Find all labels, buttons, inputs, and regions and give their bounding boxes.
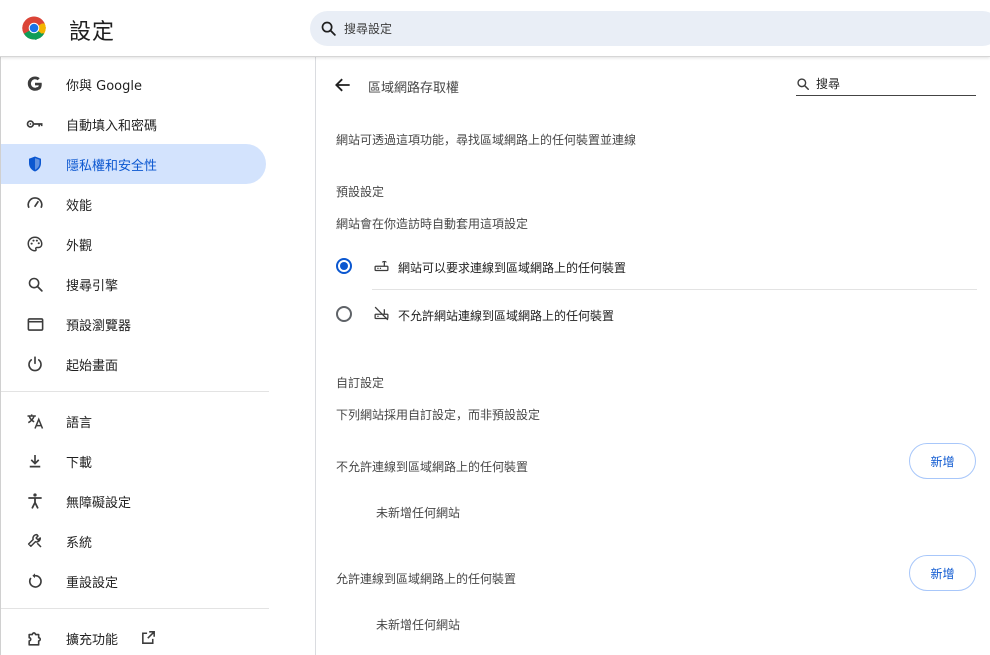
sidebar-item-label: 搜尋引擎 <box>66 279 119 294</box>
sidebar-item-extensions[interactable]: 擴充功能 <box>1 618 266 655</box>
radio-option-label: 網站可以要求連線到區域網路上的任何裝置 <box>398 261 627 275</box>
blocked-sites-label: 不允許連線到區域網路上的任何裝置 <box>336 460 529 474</box>
settings-search-box[interactable] <box>310 11 990 46</box>
palette-icon <box>25 234 45 254</box>
sidebar-item-downloads[interactable]: 下載 <box>1 441 266 481</box>
sidebar-item-label: 下載 <box>66 456 93 471</box>
sidebar-item-default-browser[interactable]: 預設瀏覽器 <box>1 304 266 344</box>
sidebar-item-label: 效能 <box>66 199 93 214</box>
add-blocked-site-button[interactable]: 新增 <box>909 443 976 479</box>
blocked-sites-empty-text: 未新增任何網站 <box>376 506 461 520</box>
default-behavior-heading: 預設設定 <box>336 185 385 199</box>
page-description: 網站可透過這項功能，尋找區域網路上的任何裝置並連線 <box>336 133 637 147</box>
google-g-icon <box>25 74 45 94</box>
sidebar-divider <box>1 608 269 609</box>
app-title: 設定 <box>69 20 116 45</box>
router-off-icon <box>374 306 389 321</box>
router-icon <box>374 260 389 272</box>
sidebar-item-label: 預設瀏覽器 <box>66 319 132 334</box>
custom-behaviors-subheading: 下列網站採用自訂設定，而非預設設定 <box>336 408 541 422</box>
sidebar-item-performance[interactable]: 效能 <box>1 184 266 224</box>
option-divider <box>372 289 977 290</box>
sidebar-item-search-engine[interactable]: 搜尋引擎 <box>1 264 266 304</box>
settings-search-input[interactable] <box>344 11 944 46</box>
sidebar-item-system[interactable]: 系統 <box>1 521 266 561</box>
allowed-sites-label: 允許連線到區域網路上的任何裝置 <box>336 572 517 586</box>
sidebar-item-label: 你與 Google <box>66 79 142 94</box>
sidebar-item-you-and-google[interactable]: 你與 Google <box>1 64 266 104</box>
search-icon <box>797 78 810 91</box>
sidebar-item-label: 隱私權和安全性 <box>66 159 158 174</box>
page-title: 區域網路存取權 <box>368 81 460 96</box>
custom-behaviors-heading: 自訂設定 <box>336 376 385 390</box>
shield-icon <box>25 154 45 174</box>
radio-option-block-local-network[interactable]: 不允許網站連線到區域網路上的任何裝置 <box>336 294 977 338</box>
sidebar-item-autofill[interactable]: 自動填入和密碼 <box>1 104 266 144</box>
speedometer-icon <box>25 194 45 214</box>
radio-option-label: 不允許網站連線到區域網路上的任何裝置 <box>398 309 615 323</box>
subpage-search-input[interactable] <box>816 74 971 94</box>
radio-button-checked[interactable] <box>336 258 352 274</box>
sidebar-item-label: 自動填入和密碼 <box>66 119 158 134</box>
sidebar-item-label: 起始畫面 <box>66 359 119 374</box>
wrench-icon <box>25 531 45 551</box>
sidebar-item-on-startup[interactable]: 起始畫面 <box>1 344 266 384</box>
sidebar-item-label: 無障礙設定 <box>66 496 132 511</box>
download-icon <box>25 451 45 471</box>
top-bar: 設定 <box>0 0 990 57</box>
search-icon <box>321 21 336 36</box>
sidebar-item-languages[interactable]: 語言 <box>1 401 266 441</box>
default-behavior-subheading: 網站會在你造訪時自動套用這項設定 <box>336 217 529 231</box>
sidebar-item-accessibility[interactable]: 無障礙設定 <box>1 481 266 521</box>
sidebar-item-reset-settings[interactable]: 重設設定 <box>1 561 266 601</box>
key-icon <box>25 114 45 134</box>
allowed-sites-empty-text: 未新增任何網站 <box>376 618 461 632</box>
power-icon <box>25 354 45 374</box>
radio-button-unchecked[interactable] <box>336 306 352 322</box>
sidebar-item-label: 擴充功能 <box>66 633 119 648</box>
puzzle-icon <box>25 628 45 648</box>
sidebar-item-label: 外觀 <box>66 239 93 254</box>
translate-icon <box>25 411 45 431</box>
sidebar-item-label: 系統 <box>66 536 93 551</box>
radio-option-allow-local-network[interactable]: 網站可以要求連線到區域網路上的任何裝置 <box>336 246 977 290</box>
accessibility-icon <box>25 491 45 511</box>
sidebar-item-privacy-security[interactable]: 隱私權和安全性 <box>1 144 266 184</box>
sidebar-divider <box>1 391 269 392</box>
search-icon <box>25 274 45 294</box>
add-allowed-site-button[interactable]: 新增 <box>909 555 976 591</box>
sidebar-item-label: 語言 <box>66 416 93 431</box>
main-content: 區域網路存取權 網站可透過這項功能，尋找區域網路上的任何裝置並連線 預設設定 網… <box>317 57 990 655</box>
sidebar-item-label: 重設設定 <box>66 576 119 591</box>
reset-icon <box>25 571 45 591</box>
subpage-search-box[interactable] <box>796 74 976 96</box>
sidebar-item-appearance[interactable]: 外觀 <box>1 224 266 264</box>
browser-window-icon <box>25 314 45 334</box>
chrome-logo-icon <box>22 16 46 40</box>
sidebar: 你與 Google 自動填入和密碼 隱私權和安全性 效能 外觀 搜尋引擎 預設瀏… <box>0 57 316 655</box>
back-arrow-icon[interactable] <box>333 75 353 95</box>
open-in-new-icon <box>142 631 155 644</box>
